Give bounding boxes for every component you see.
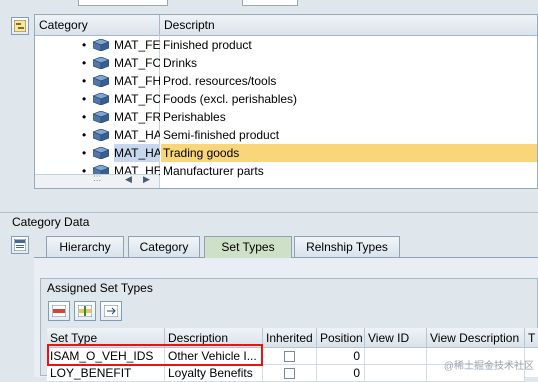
category-data-title: Category Data: [12, 215, 90, 229]
tab-set-types[interactable]: Set Types: [204, 236, 292, 258]
material-cube-icon: [93, 111, 109, 123]
top-strip: [0, 0, 538, 14]
inherited-checkbox[interactable]: [284, 351, 295, 362]
tab-category[interactable]: Category: [128, 236, 200, 257]
inherited-checkbox[interactable]: [284, 368, 295, 379]
insert-row-button[interactable]: [74, 301, 96, 321]
cell-position[interactable]: 0: [317, 365, 365, 382]
cell-description[interactable]: Loyalty Benefits: [165, 365, 263, 382]
tab-hierarchy[interactable]: Hierarchy: [46, 236, 124, 257]
tree-hscrollbar[interactable]: ::: ◀ ▶: [35, 173, 159, 188]
cell-position[interactable]: 0: [317, 348, 365, 365]
scroll-right-icon[interactable]: ▶: [143, 174, 150, 185]
cell-view-id[interactable]: [365, 348, 427, 365]
tree-row[interactable]: • MAT_HA Trading goods: [35, 144, 537, 162]
tree-row[interactable]: • MAT_FE Finished product: [35, 36, 537, 54]
select-block-button[interactable]: [100, 301, 122, 321]
tree-row-description: Finished product: [163, 38, 252, 52]
col-view-description[interactable]: View Description: [427, 328, 525, 348]
col-inherited[interactable]: Inherited: [263, 328, 317, 348]
scroll-left-icon[interactable]: ◀: [125, 174, 132, 185]
tree-row[interactable]: • MAT_FC Drinks: [35, 54, 537, 72]
bullet-icon: •: [82, 92, 87, 106]
material-cube-icon: [93, 129, 109, 141]
bullet-icon: •: [82, 38, 87, 52]
tree-row[interactable]: • MAT_FR Perishables: [35, 108, 537, 126]
tree-row-code: MAT_FC: [114, 92, 160, 106]
top-field-left[interactable]: [78, 0, 168, 6]
header-description[interactable]: Descriptn: [159, 15, 537, 35]
cell-view-id[interactable]: [365, 365, 427, 382]
tree-row-code: MAT_FE: [114, 38, 160, 52]
bullet-icon: •: [82, 56, 87, 70]
col-position[interactable]: Position: [317, 328, 365, 348]
tree-row-description: Trading goods: [161, 144, 537, 162]
bullet-icon: •: [82, 146, 87, 160]
tree-row-code: MAT_HA: [114, 144, 160, 162]
bullet-icon: •: [82, 128, 87, 142]
select-block-icon: [104, 305, 118, 317]
bullet-icon: •: [82, 110, 87, 124]
tree-row-description: Drinks: [163, 56, 198, 70]
tree-row-code: MAT_HA: [114, 128, 160, 142]
delete-row-icon: [52, 305, 66, 317]
cell-set-type[interactable]: LOY_BENEFIT: [47, 365, 165, 382]
tab-relnship-types[interactable]: Relnship Types: [294, 236, 400, 257]
highlight-box: [47, 344, 263, 366]
tree-row-description: Manufacturer parts: [163, 164, 264, 178]
material-cube-icon: [93, 75, 109, 87]
tree-row-code: MAT_FC: [114, 56, 160, 70]
col-t[interactable]: T: [525, 328, 538, 348]
material-cube-icon: [93, 39, 109, 51]
tree-row-code: MAT_FH: [114, 74, 160, 88]
tree-icon: [14, 20, 26, 32]
header-category[interactable]: Category: [35, 15, 159, 35]
scroll-grip[interactable]: :::: [93, 173, 101, 184]
material-cube-icon: [93, 147, 109, 159]
watermark: @稀土掘金技术社区: [443, 361, 534, 372]
insert-row-icon: [78, 305, 92, 317]
layout-toggle-button[interactable]: [11, 236, 29, 254]
category-tabs: Hierarchy Category Set Types Relnship Ty…: [36, 236, 538, 258]
bullet-icon: •: [82, 74, 87, 88]
cell-inherited: [263, 365, 317, 382]
cell-inherited: [263, 348, 317, 365]
material-cube-icon: [93, 57, 109, 69]
tree-row[interactable]: • MAT_FH Prod. resources/tools: [35, 72, 537, 90]
tree-toggle-button[interactable]: [11, 17, 29, 35]
tree-row[interactable]: • MAT_HA Semi-finished product: [35, 126, 537, 144]
layout-icon: [14, 239, 26, 251]
tree-row-description: Prod. resources/tools: [163, 74, 277, 88]
tree-header: Category Descriptn: [35, 15, 537, 36]
tree-row-description: Perishables: [163, 110, 226, 124]
tree-row-description: Foods (excl. perishables): [163, 92, 298, 106]
tree-row-code: MAT_FR: [114, 110, 160, 124]
col-view-id[interactable]: View ID: [365, 328, 427, 348]
tree-row-description: Semi-finished product: [163, 128, 280, 142]
top-field-right[interactable]: [242, 0, 298, 6]
category-data-section: Category Data: [0, 212, 538, 233]
delete-row-button[interactable]: [48, 301, 70, 321]
material-cube-icon: [93, 93, 109, 105]
tree-row[interactable]: • MAT_FC Foods (excl. perishables): [35, 90, 537, 108]
assigned-set-types-title: Assigned Set Types: [47, 281, 153, 295]
category-tree[interactable]: Category Descriptn • MAT_FE Finished produ…: [34, 14, 538, 189]
